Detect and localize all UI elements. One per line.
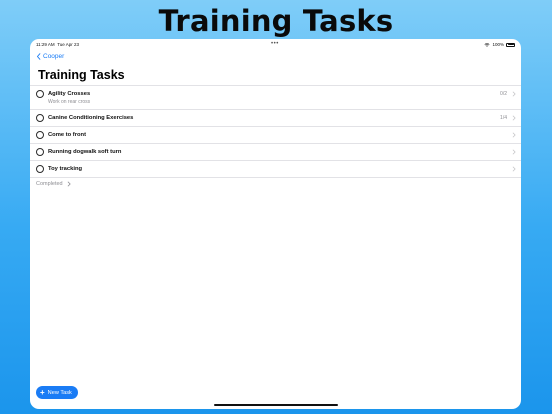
- status-right: 100%: [484, 42, 515, 47]
- task-subtitle: Work on rear cross: [48, 98, 91, 105]
- chevron-right-icon: [512, 165, 516, 172]
- back-button[interactable]: Cooper: [36, 53, 64, 60]
- chevron-right-icon: [512, 131, 516, 138]
- circle-icon[interactable]: [36, 114, 44, 122]
- home-indicator: [214, 404, 338, 406]
- task-title: Running dogwalk soft turn: [48, 148, 122, 155]
- multitasking-dots-icon[interactable]: •••: [271, 41, 279, 47]
- completed-toggle[interactable]: Completed: [36, 181, 71, 187]
- circle-icon[interactable]: [36, 165, 44, 173]
- completed-label: Completed: [36, 181, 63, 187]
- task-row[interactable]: Agility Crosses Work on rear cross 0/2: [30, 85, 521, 109]
- task-list: Agility Crosses Work on rear cross 0/2 C…: [30, 85, 521, 178]
- task-row[interactable]: Come to front: [30, 126, 521, 143]
- task-row[interactable]: Toy tracking: [30, 160, 521, 178]
- chevron-right-icon: [512, 114, 516, 121]
- battery-percent: 100%: [492, 42, 504, 47]
- task-row[interactable]: Canine Conditioning Exercises 1/4: [30, 109, 521, 126]
- chevron-left-icon: [36, 53, 41, 60]
- chevron-right-icon: [512, 90, 516, 97]
- back-label: Cooper: [43, 53, 65, 60]
- banner-title: Training Tasks: [158, 4, 394, 38]
- task-title: Come to front: [48, 131, 86, 138]
- task-count: 1/4: [500, 115, 507, 121]
- new-task-label: New Task: [47, 389, 72, 396]
- task-count: 0/2: [500, 91, 507, 97]
- task-title: Toy tracking: [48, 165, 83, 172]
- task-row[interactable]: Running dogwalk soft turn: [30, 143, 521, 160]
- circle-icon[interactable]: [36, 131, 44, 139]
- wifi-icon: [484, 42, 490, 47]
- chevron-right-icon: [512, 148, 516, 155]
- status-bar: 11:29 AM Tue Apr 23 ••• 100%: [30, 41, 521, 50]
- circle-icon[interactable]: [36, 90, 44, 98]
- status-time: 11:29 AM Tue Apr 23: [36, 42, 80, 47]
- ipad-screen: 11:29 AM Tue Apr 23 ••• 100% Cooper Trai…: [30, 39, 521, 409]
- battery-icon: [506, 42, 515, 47]
- task-title: Agility Crosses: [48, 90, 91, 97]
- plus-icon: +: [40, 387, 45, 397]
- circle-icon[interactable]: [36, 148, 44, 156]
- chevron-right-icon: [67, 181, 71, 187]
- task-title: Canine Conditioning Exercises: [48, 114, 134, 121]
- page-title: Training Tasks: [38, 68, 125, 82]
- new-task-button[interactable]: + New Task: [36, 386, 78, 399]
